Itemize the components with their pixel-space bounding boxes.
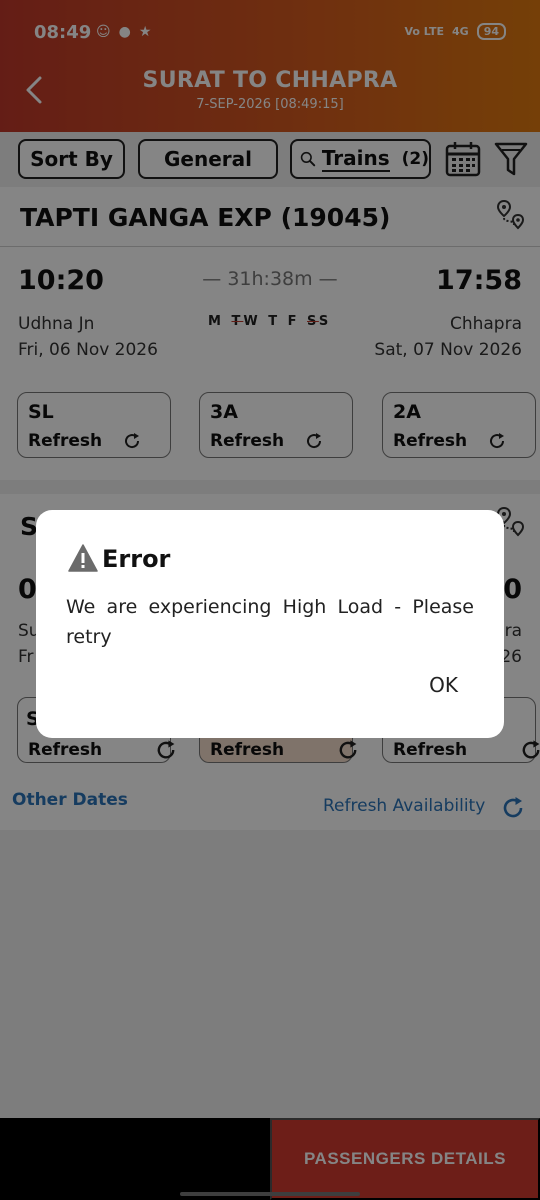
dialog-message: We are experiencing High Load - Please r…	[66, 596, 474, 648]
dialog-title: Error	[102, 545, 171, 573]
error-dialog: Error We are experiencing High Load - Pl…	[36, 510, 504, 738]
ok-button[interactable]: OK	[429, 673, 458, 697]
warning-icon	[68, 544, 98, 572]
